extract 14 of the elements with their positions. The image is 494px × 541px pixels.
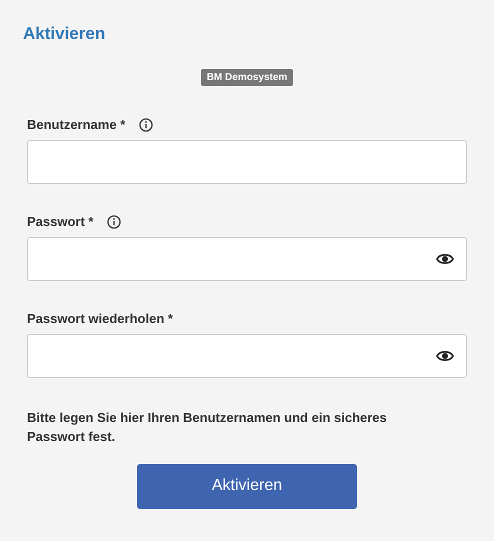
system-badge: BM Demosystem: [200, 68, 294, 86]
page-title: Aktivieren: [23, 23, 106, 45]
activate-button[interactable]: Aktivieren: [137, 464, 357, 508]
eye-icon[interactable]: [436, 350, 454, 362]
instruction-text: Bitte legen Sie hier Ihren Benutzernamen und ein sicheres Passwort fest.: [27, 408, 388, 446]
field-label: Benutzername *: [27, 116, 126, 134]
input-field[interactable]: [27, 140, 467, 184]
password-field[interactable]: [27, 236, 467, 280]
password-field[interactable]: [27, 334, 467, 378]
info-icon[interactable]: [107, 215, 122, 229]
info-icon[interactable]: [139, 118, 154, 132]
field-label: Passwort *: [27, 213, 94, 232]
eye-icon[interactable]: [436, 252, 454, 264]
field-label: Passwort wiederholen *: [27, 310, 173, 328]
